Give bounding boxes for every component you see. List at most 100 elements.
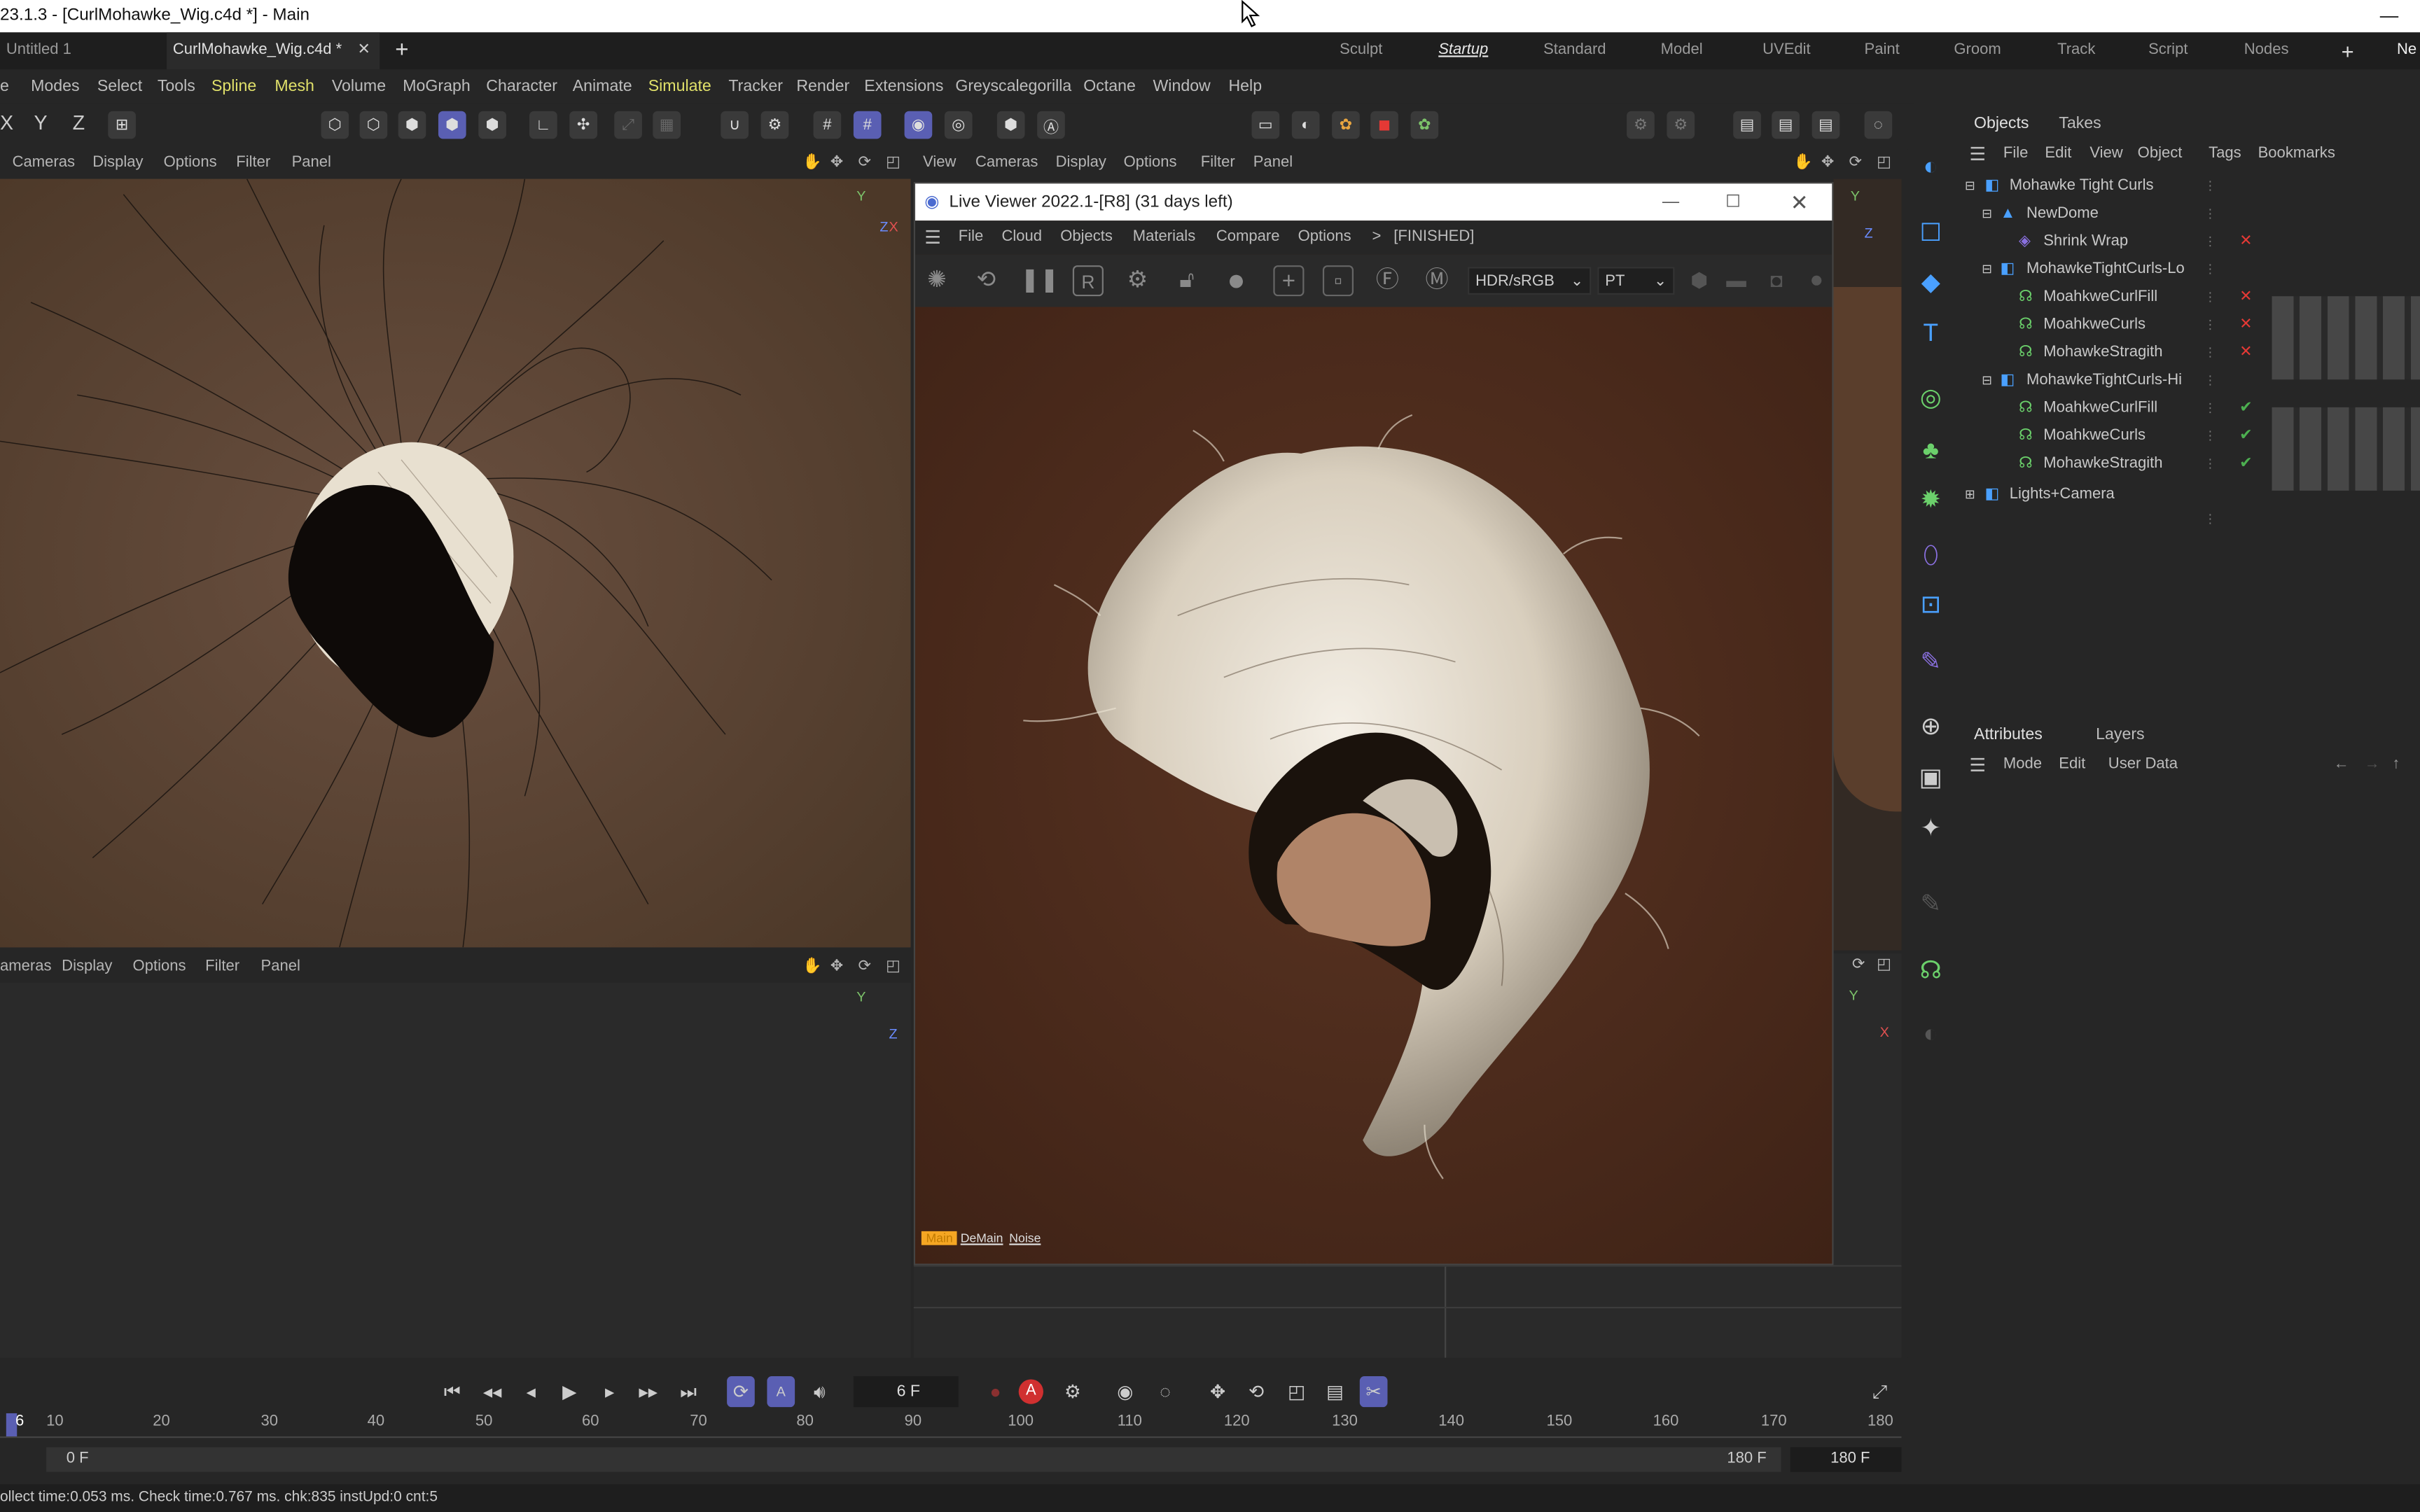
material-tags-row[interactable]	[2272, 296, 2420, 380]
minimize-icon[interactable]: —	[1662, 183, 1679, 220]
menu-item-simulate[interactable]: Simulate	[648, 69, 711, 103]
live-viewer-menu-compare[interactable]: Compare	[1216, 220, 1280, 254]
move-view-icon[interactable]: ✥	[1821, 150, 1834, 178]
previous-key-icon[interactable]: ◂◂	[478, 1376, 506, 1407]
light-icon[interactable]: ✦	[1914, 813, 1947, 847]
maximize-view-icon[interactable]: ◰	[1877, 150, 1891, 178]
menu-item-animate[interactable]: Animate	[573, 69, 632, 103]
render-settings-icon[interactable]: ⚙	[1627, 111, 1655, 139]
menu-item-render[interactable]: Render	[796, 69, 849, 103]
octane-material-icon[interactable]: ◐	[1291, 111, 1320, 139]
disabled-cross-icon[interactable]: ✕	[2239, 228, 2252, 256]
viewport-left-panel[interactable]: Panel	[292, 150, 331, 178]
octane-camera-icon[interactable]: ◼	[1370, 111, 1398, 139]
key-rotate-icon[interactable]: ⟲	[1242, 1376, 1270, 1407]
menu-item-volume[interactable]: Volume	[332, 69, 386, 103]
next-frame-icon[interactable]: ▸	[596, 1376, 624, 1407]
lock-icon[interactable]: 🔓︎	[1171, 265, 1202, 296]
layout-groom[interactable]: Groom	[1954, 32, 2001, 69]
coordinate-system-icon[interactable]: ⊞	[108, 111, 136, 139]
tab-curlmohawke[interactable]: CurlMohawke_Wig.c4d * ✕	[167, 32, 380, 70]
objects-menu-file[interactable]: File	[2003, 139, 2029, 169]
layout-script[interactable]: Script	[2148, 32, 2188, 69]
tab-objects[interactable]: Objects	[1974, 108, 2029, 139]
menu-item-mesh[interactable]: Mesh	[274, 69, 314, 103]
viewport-right-options[interactable]: Options	[1124, 150, 1177, 178]
key-move-icon[interactable]: ✥	[1204, 1376, 1232, 1407]
layout-model[interactable]: Model	[1661, 32, 1703, 69]
viewport-settings-icon[interactable]: ◎	[944, 111, 973, 139]
annotation-icon[interactable]: Ⓐ	[1037, 111, 1065, 139]
live-viewer-menu-file[interactable]: File	[959, 220, 984, 254]
disabled-cross-icon[interactable]: ✕	[2239, 284, 2252, 312]
tab-attributes[interactable]: Attributes	[1974, 719, 2043, 750]
tab-layers[interactable]: Layers	[2096, 719, 2144, 750]
add-layout-icon[interactable]: +	[2342, 32, 2354, 69]
attributes-menu-mode[interactable]: Mode	[2003, 750, 2042, 780]
menu-item-modes[interactable]: Modes	[31, 69, 79, 103]
viewport-lower-middle[interactable]	[913, 1265, 1902, 1359]
collapse-icon[interactable]: ⊟	[1982, 201, 1992, 229]
sculpt-icon[interactable]: ◐	[1914, 1018, 1947, 1052]
previous-frame-icon[interactable]: ◂	[517, 1376, 545, 1407]
move-view-icon[interactable]: ✥	[830, 953, 843, 981]
octane-toggle-icon[interactable]: ▭	[1251, 111, 1280, 139]
circle-icon[interactable]: ●	[1801, 265, 1832, 296]
hamburger-menu-icon[interactable]: ☰	[1969, 139, 1986, 169]
up-arrow-icon[interactable]: ↑	[2392, 750, 2400, 780]
key-scale-icon[interactable]: ◰	[1283, 1376, 1311, 1407]
current-frame-field[interactable]: 6 F	[853, 1376, 959, 1408]
viewport-bottom-panel[interactable]: Panel	[260, 953, 300, 981]
move-view-icon[interactable]: ✥	[830, 150, 843, 178]
collapse-icon[interactable]: ⊟	[1965, 173, 1975, 201]
interactive-render-icon[interactable]: ◌	[1864, 111, 1893, 139]
magnet-icon[interactable]: ∪	[721, 111, 749, 139]
rotate-view-icon[interactable]: ⟳	[1849, 150, 1862, 178]
material-tags-row[interactable]	[2272, 407, 2420, 491]
axis-mode-icon[interactable]: ∟	[529, 111, 557, 139]
maximize-view-icon[interactable]: ◰	[886, 150, 900, 178]
snap-icon[interactable]: ✣	[569, 111, 597, 139]
render-picture-viewer-icon[interactable]: ▤	[1772, 111, 1800, 139]
autokey-icon[interactable]: A	[1018, 1379, 1043, 1404]
maximize-view-icon[interactable]: ◰	[886, 953, 900, 981]
color-space-select[interactable]: HDR/sRGB ⌄	[1468, 267, 1592, 295]
film-icon[interactable]: ▬	[1721, 265, 1752, 296]
pass-noise[interactable]: Noise	[1006, 1231, 1044, 1245]
menu-item-tracker[interactable]: Tracker	[728, 69, 783, 103]
menu-item-window[interactable]: Window	[1153, 69, 1210, 103]
rotate-view-icon[interactable]: ⟳	[858, 150, 870, 178]
live-viewer-menu-cloud[interactable]: Cloud	[1001, 220, 1042, 254]
menu-item-octane[interactable]: Octane	[1083, 69, 1136, 103]
polygons-mode-icon[interactable]: ⬢	[398, 111, 426, 139]
enabled-check-icon[interactable]: ✔	[2239, 451, 2252, 479]
viewport-left-display[interactable]: Display	[92, 150, 143, 178]
disabled-cross-icon[interactable]: ✕	[2239, 312, 2252, 340]
material-ball-icon[interactable]: ●	[1221, 265, 1251, 296]
tab-untitled[interactable]: Untitled 1	[0, 32, 160, 69]
octane-settings-icon[interactable]: ✿	[1410, 111, 1439, 139]
render-image[interactable]: Main DeMain Noise	[915, 307, 1833, 1264]
visibility-dots[interactable]: ⋮ ⋮ ⋮ ⋮ ⋮ ⋮ ⋮ ⋮ ⋮ ⋮ ⋮ ⋮	[2204, 173, 2225, 526]
viewport-bottom-options[interactable]: Options	[133, 953, 186, 981]
layout-sculpt[interactable]: Sculpt	[1340, 32, 1382, 69]
focus-picker-icon[interactable]: Ⓕ	[1372, 265, 1403, 296]
viewport-bottom-filter[interactable]: Filter	[205, 953, 239, 981]
viewport-bottom-cameras[interactable]: ameras	[0, 953, 52, 981]
menu-item-character[interactable]: Character	[486, 69, 557, 103]
objects-menu-bookmarks[interactable]: Bookmarks	[2258, 139, 2335, 169]
menu-item-extensions[interactable]: Extensions	[864, 69, 943, 103]
axis-y-button[interactable]: Y	[34, 111, 47, 134]
collapse-icon[interactable]: ⊟	[1982, 368, 1992, 396]
viewport-right-display[interactable]: Display	[1056, 150, 1106, 178]
render-frame-icon[interactable]: ▤	[1733, 111, 1761, 139]
spline-pen-icon[interactable]: ✎	[1914, 647, 1947, 680]
attributes-menu-edit[interactable]: Edit	[2059, 750, 2085, 780]
live-viewer-menu-objects[interactable]: Objects	[1060, 220, 1113, 254]
viewport-right[interactable]: Y Z	[1833, 178, 1902, 951]
keyframe-selection-icon[interactable]: ◉	[1111, 1376, 1139, 1407]
gear-icon[interactable]: ⚙	[760, 111, 789, 139]
pan-icon[interactable]: ✋	[802, 150, 821, 178]
menu-item-select[interactable]: Select	[97, 69, 142, 103]
grid-icon[interactable]: #	[813, 111, 842, 139]
